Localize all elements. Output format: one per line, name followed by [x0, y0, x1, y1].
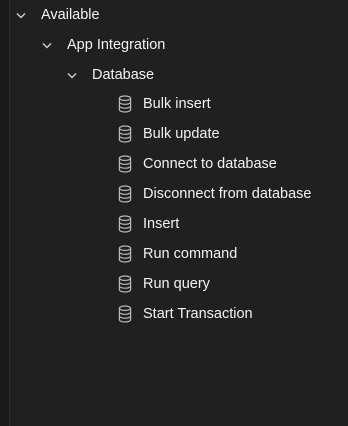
activity-connect-to-database[interactable]: Connect to database [118, 149, 277, 179]
activity-bulk-insert[interactable]: Bulk insert [118, 89, 211, 119]
chevron-down-icon[interactable] [15, 9, 27, 21]
tree-node-label: Database [92, 67, 155, 83]
activity-label: Run query [143, 276, 210, 292]
activity-start-transaction[interactable]: Start Transaction [118, 299, 253, 329]
activity-label: Connect to database [143, 156, 277, 172]
tree-node-database[interactable]: Database [66, 60, 154, 90]
activity-run-query[interactable]: Run query [118, 269, 210, 299]
database-icon [118, 305, 132, 323]
chevron-down-icon[interactable] [66, 69, 78, 81]
database-icon [118, 275, 132, 293]
activity-label: Run command [143, 246, 238, 262]
database-icon [118, 155, 132, 173]
activity-insert[interactable]: Insert [118, 209, 179, 239]
database-icon [118, 185, 132, 203]
activity-label: Insert [143, 216, 180, 232]
database-icon [118, 245, 132, 263]
database-icon [118, 215, 132, 233]
tree-node-label: Available [41, 7, 100, 23]
panel-left-edge [0, 0, 10, 426]
activity-label: Disconnect from database [143, 186, 312, 202]
activity-label: Start Transaction [143, 306, 253, 322]
tree-node-available[interactable]: Available [15, 0, 100, 30]
activity-disconnect-from-database[interactable]: Disconnect from database [118, 179, 311, 209]
tree-node-app-integration[interactable]: App Integration [41, 30, 165, 60]
activity-bulk-update[interactable]: Bulk update [118, 119, 220, 149]
activity-label: Bulk insert [143, 96, 211, 112]
chevron-down-icon[interactable] [41, 39, 53, 51]
database-icon [118, 125, 132, 143]
activity-label: Bulk update [143, 126, 220, 142]
tree-node-label: App Integration [67, 37, 166, 53]
database-icon [118, 95, 132, 113]
activity-run-command[interactable]: Run command [118, 239, 237, 269]
